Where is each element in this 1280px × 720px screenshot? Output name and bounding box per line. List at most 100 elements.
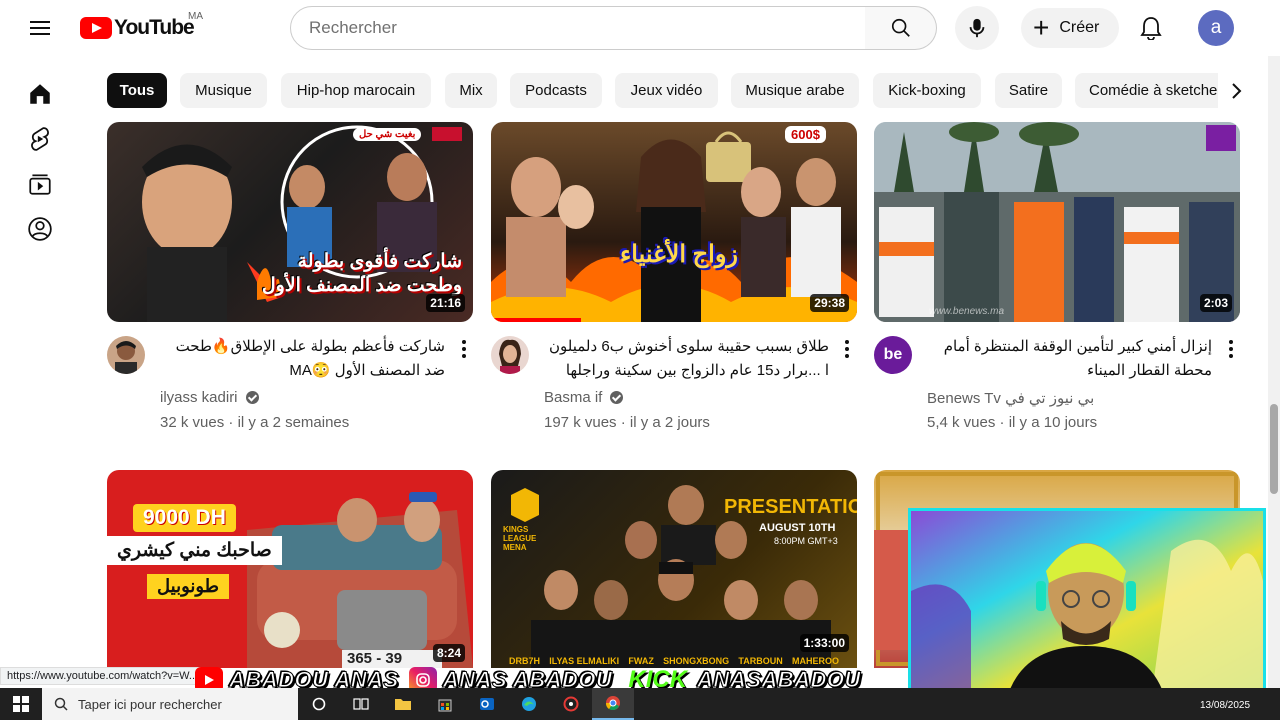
- chevron-right-icon: [1232, 83, 1242, 99]
- task-view-icon: [353, 698, 369, 710]
- file-explorer-button[interactable]: [382, 688, 424, 720]
- cortana-icon: [312, 697, 326, 711]
- channel-name-text: ilyass kadiri: [160, 389, 238, 406]
- channel-avatar-image: [499, 339, 521, 374]
- view-count: 5,4 k vues: [927, 414, 996, 431]
- sidebar-item-home[interactable]: [22, 76, 58, 112]
- video-menu-button[interactable]: [1221, 337, 1241, 361]
- video-duration: 29:38: [810, 294, 849, 312]
- chip-sketch-comedy[interactable]: Comédie à sketche: [1075, 73, 1225, 108]
- chip-mix[interactable]: Mix: [445, 73, 497, 108]
- thumbnail-art: [491, 131, 857, 322]
- filter-chips-bar: Tous Musique Hip-hop marocain Mix Podcas…: [107, 73, 1247, 109]
- thumbnail-date: AUGUST 10TH: [759, 522, 836, 534]
- video-menu-button[interactable]: [837, 337, 857, 361]
- channel-avatar-image: [115, 341, 137, 374]
- edge-icon: [522, 697, 536, 711]
- video-meta: 5,4 k vues · il y a 10 jours: [927, 414, 1098, 431]
- sidebar-item-shorts[interactable]: [22, 121, 58, 157]
- youtube-home-page: YouTube MA + Créer a: [0, 0, 1280, 720]
- play-icon: [205, 675, 214, 685]
- outlook-icon: [480, 698, 494, 710]
- youtube-logo[interactable]: YouTube: [80, 16, 195, 40]
- outlook-button[interactable]: [466, 688, 508, 720]
- view-count: 197 k vues: [544, 414, 617, 431]
- chrome-button[interactable]: [592, 688, 634, 720]
- taskbar-search[interactable]: Taper ici pour rechercher: [42, 688, 298, 720]
- account-avatar[interactable]: a: [1198, 10, 1234, 46]
- verified-badge-icon: [610, 391, 624, 404]
- start-button[interactable]: [0, 688, 42, 720]
- channel-avatar[interactable]: be: [874, 336, 912, 374]
- chip-video-games[interactable]: Jeux vidéo: [615, 73, 718, 108]
- video-thumbnail[interactable]: 600$ زواج الأغنياء 29:38: [491, 122, 857, 322]
- search-button[interactable]: [865, 6, 937, 50]
- sidebar-item-you[interactable]: [22, 211, 58, 247]
- video-thumbnail[interactable]: 9000 DH صاحبك مني كيشري طونوبيل 365 - 39…: [107, 470, 473, 668]
- scrollbar-thumb[interactable]: [1270, 404, 1278, 494]
- chip-kickboxing[interactable]: Kick-boxing: [873, 73, 981, 108]
- sidebar-item-subscriptions[interactable]: [22, 166, 58, 202]
- top-header: YouTube MA + Créer a: [0, 0, 1280, 56]
- app-button[interactable]: [550, 688, 592, 720]
- cortana-button[interactable]: [298, 688, 340, 720]
- video-title[interactable]: شاركت فأعظم بطولة على الإطلاق🔥طحت ضد الم…: [160, 335, 445, 383]
- video-title[interactable]: إنزال أمني كبير لتأمين الوقفة المنتظرة أ…: [927, 335, 1212, 383]
- video-title[interactable]: طلاق بسبب حقيبة سلوى أخنوش ب6 دلميلون ا …: [544, 335, 829, 383]
- video-meta: 32 k vues · il y a 2 semaines: [160, 414, 350, 431]
- menu-button[interactable]: [22, 12, 58, 44]
- video-thumbnail[interactable]: www.benews.ma 2:03: [874, 122, 1240, 322]
- thumbnail-caption: صاحبك مني كيشري: [107, 536, 282, 565]
- video-thumbnail[interactable]: KINGS LEAGUE MENA PRESENTATION AUGUST 10…: [491, 470, 857, 668]
- channel-name[interactable]: Benews Tv بي نيوز تي في: [927, 389, 1094, 407]
- video-duration: 8:24: [432, 644, 465, 662]
- chip-music[interactable]: Musique: [180, 73, 267, 108]
- search-input[interactable]: [309, 18, 865, 38]
- view-count: 32 k vues: [160, 414, 225, 431]
- video-thumbnail[interactable]: بغيت شي حل شاركت فأقوى بطولة وطحت ضد الم…: [107, 122, 473, 322]
- thumbnail-badge: 9000 DH: [133, 504, 236, 532]
- verified-badge-icon: [245, 391, 259, 404]
- thumbnail-caption: زواج الأغنياء: [620, 241, 738, 268]
- voice-search-button[interactable]: [955, 6, 999, 50]
- thumbnail-caption-top: بغيت شي حل: [353, 128, 422, 141]
- webcam-overlay: [908, 508, 1266, 704]
- video-meta: 197 k vues · il y a 2 jours: [544, 414, 710, 431]
- thumbnail-caption: شاركت فأقوى بطولة وطحت ضد المصنف الأول: [261, 251, 462, 296]
- channel-avatar[interactable]: [491, 336, 529, 374]
- chip-arabic-music[interactable]: Musique arabe: [731, 73, 859, 108]
- chip-moroccan-hiphop[interactable]: Hip-hop marocain: [281, 73, 431, 108]
- store-button[interactable]: [424, 688, 466, 720]
- chrome-icon: [605, 696, 620, 711]
- chip-all[interactable]: Tous: [107, 73, 167, 108]
- taskbar-search-placeholder: Taper ici pour rechercher: [78, 696, 222, 712]
- create-label: Créer: [1059, 19, 1100, 36]
- channel-avatar-logo: be: [883, 346, 903, 363]
- task-view-button[interactable]: [340, 688, 382, 720]
- upload-age: il y a 2 semaines: [237, 414, 350, 431]
- chips-next-button[interactable]: [1218, 73, 1254, 109]
- notifications-button[interactable]: [1131, 8, 1171, 48]
- shorts-icon: [31, 127, 49, 151]
- channel-name[interactable]: Basma if: [544, 389, 624, 406]
- video-progress-bar: [491, 318, 581, 322]
- microphone-icon: [969, 18, 985, 38]
- folder-icon: [395, 699, 411, 710]
- thumbnail-logo-text: KINGS LEAGUE MENA: [503, 525, 537, 552]
- thumbnail-time: 8:00PM GMT+3: [774, 536, 838, 546]
- camera-icon: [415, 673, 430, 687]
- chip-podcasts[interactable]: Podcasts: [510, 73, 602, 108]
- search-icon: [891, 18, 910, 37]
- create-button[interactable]: + Créer: [1021, 8, 1119, 48]
- link-status-bar: https://www.youtube.com/watch?v=W...: [0, 667, 206, 685]
- video-menu-button[interactable]: [454, 337, 474, 361]
- bell-icon: [1140, 17, 1162, 40]
- upload-age: il y a 2 jours: [629, 414, 710, 431]
- edge-button[interactable]: [508, 688, 550, 720]
- country-code: MA: [188, 11, 203, 22]
- channel-name[interactable]: ilyass kadiri: [160, 389, 259, 406]
- channel-avatar[interactable]: [107, 336, 145, 374]
- page-scrollbar[interactable]: [1268, 56, 1280, 688]
- search-icon: [54, 697, 68, 711]
- chip-satire[interactable]: Satire: [995, 73, 1062, 108]
